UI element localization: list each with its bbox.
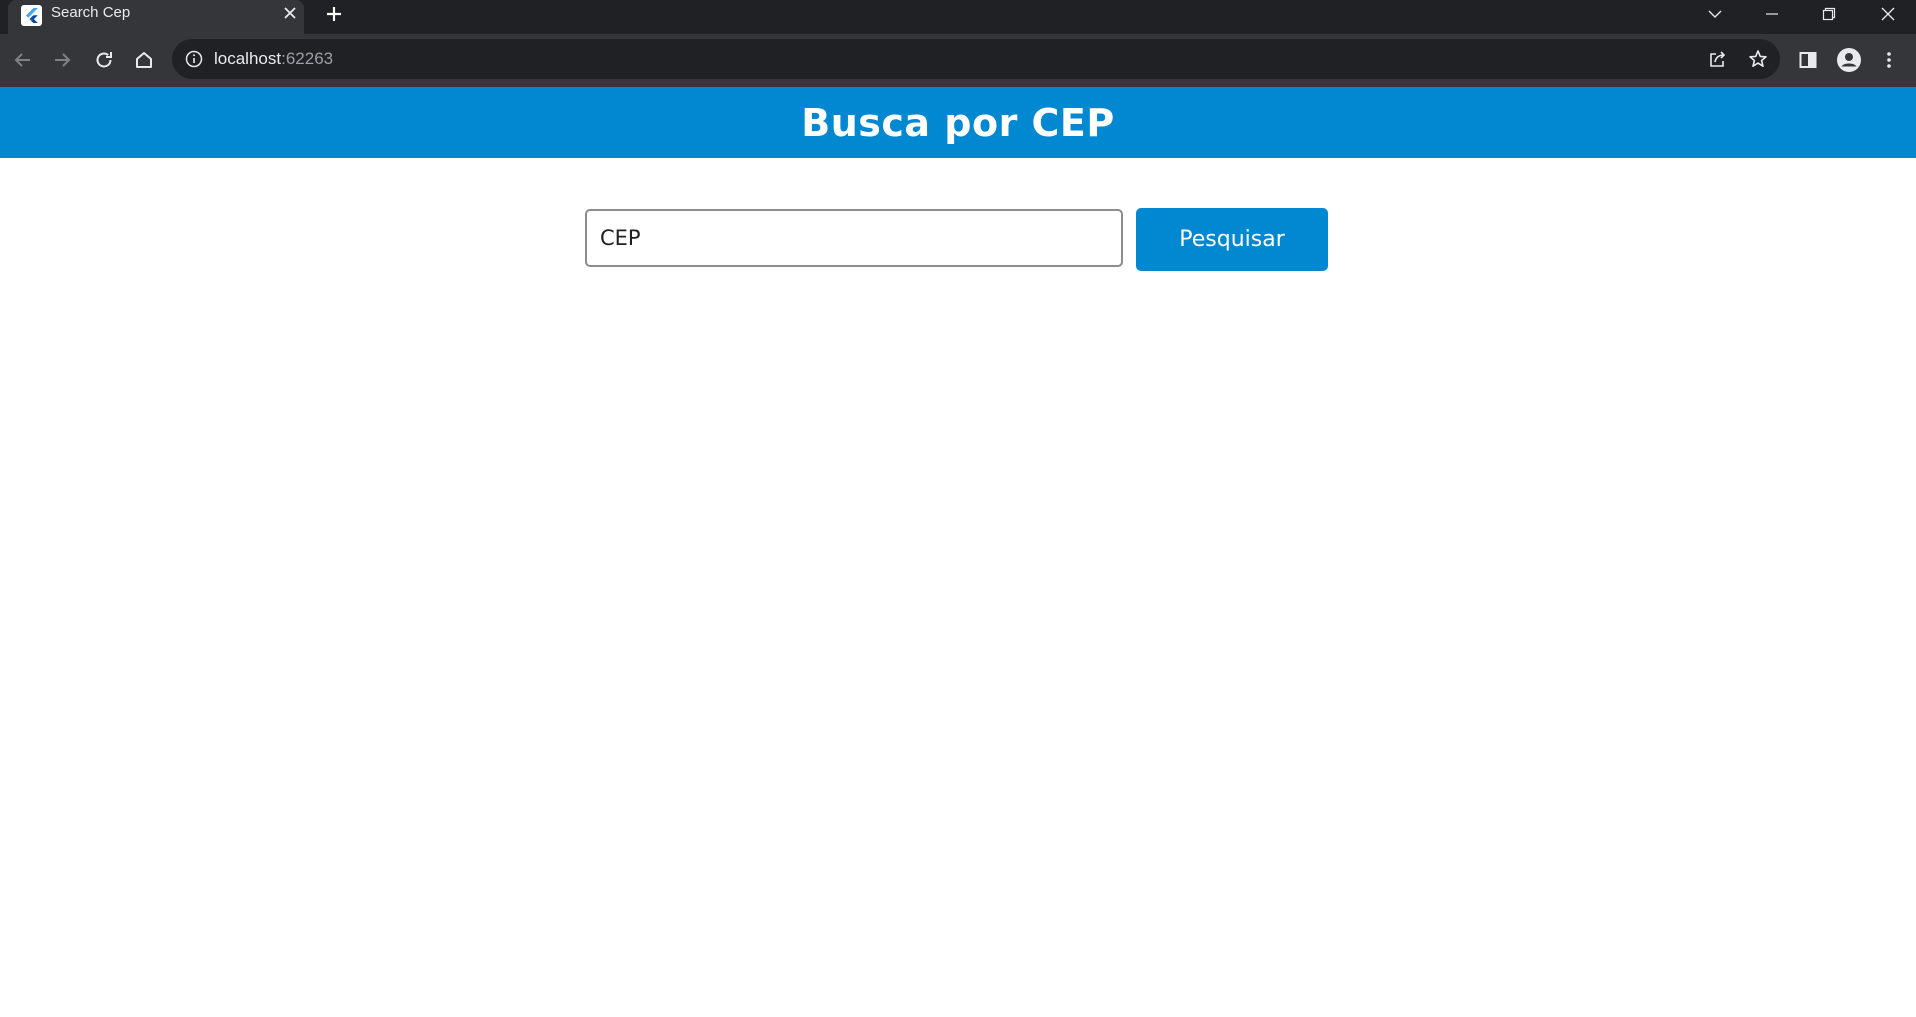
menu-button[interactable] (1871, 42, 1907, 78)
minimize-button[interactable] (1746, 0, 1798, 28)
tab-strip: Search Cep (0, 0, 1916, 34)
cep-input[interactable] (587, 211, 1121, 265)
home-icon (136, 52, 152, 68)
cep-field[interactable] (585, 209, 1123, 267)
app-bar: Busca por CEP (0, 87, 1916, 158)
url-port: :62263 (281, 49, 334, 68)
browser-tab[interactable]: Search Cep (8, 0, 304, 34)
browser-toolbar: localhost:62263 (0, 34, 1916, 87)
restore-button[interactable] (1803, 0, 1855, 28)
profile-button[interactable] (1831, 42, 1867, 78)
minimize-icon (1766, 13, 1778, 15)
share-icon (1710, 51, 1726, 67)
new-tab-icon[interactable] (322, 2, 346, 26)
kebab-menu-icon (1887, 52, 1891, 68)
back-arrow-icon (14, 53, 30, 67)
back-button[interactable] (5, 42, 41, 78)
reload-button[interactable] (86, 42, 122, 78)
forward-button[interactable] (44, 42, 80, 78)
address-bar[interactable]: localhost:62263 (172, 39, 1780, 79)
info-icon[interactable] (184, 49, 204, 69)
url-text[interactable]: localhost:62263 (214, 39, 333, 79)
bookmark-button[interactable] (1740, 41, 1776, 77)
side-panel-icon (1799, 52, 1817, 68)
search-button[interactable]: Pesquisar (1136, 208, 1328, 271)
restore-icon (1822, 7, 1836, 21)
tab-search-button[interactable] (1689, 0, 1741, 28)
share-button[interactable] (1700, 41, 1736, 77)
tab-title: Search Cep (51, 4, 131, 21)
flutter-icon (21, 5, 42, 26)
close-icon[interactable] (281, 4, 299, 22)
chevron-down-icon (1708, 10, 1722, 18)
home-button[interactable] (126, 42, 162, 78)
profile-icon (1837, 48, 1861, 72)
star-icon (1749, 50, 1767, 67)
reload-icon (96, 52, 112, 68)
side-panel-button[interactable] (1790, 42, 1826, 78)
close-window-button[interactable] (1862, 0, 1914, 28)
page-title: Busca por CEP (801, 100, 1115, 145)
close-icon (1881, 7, 1895, 21)
url-host: localhost (214, 49, 282, 68)
forward-arrow-icon (55, 53, 71, 67)
